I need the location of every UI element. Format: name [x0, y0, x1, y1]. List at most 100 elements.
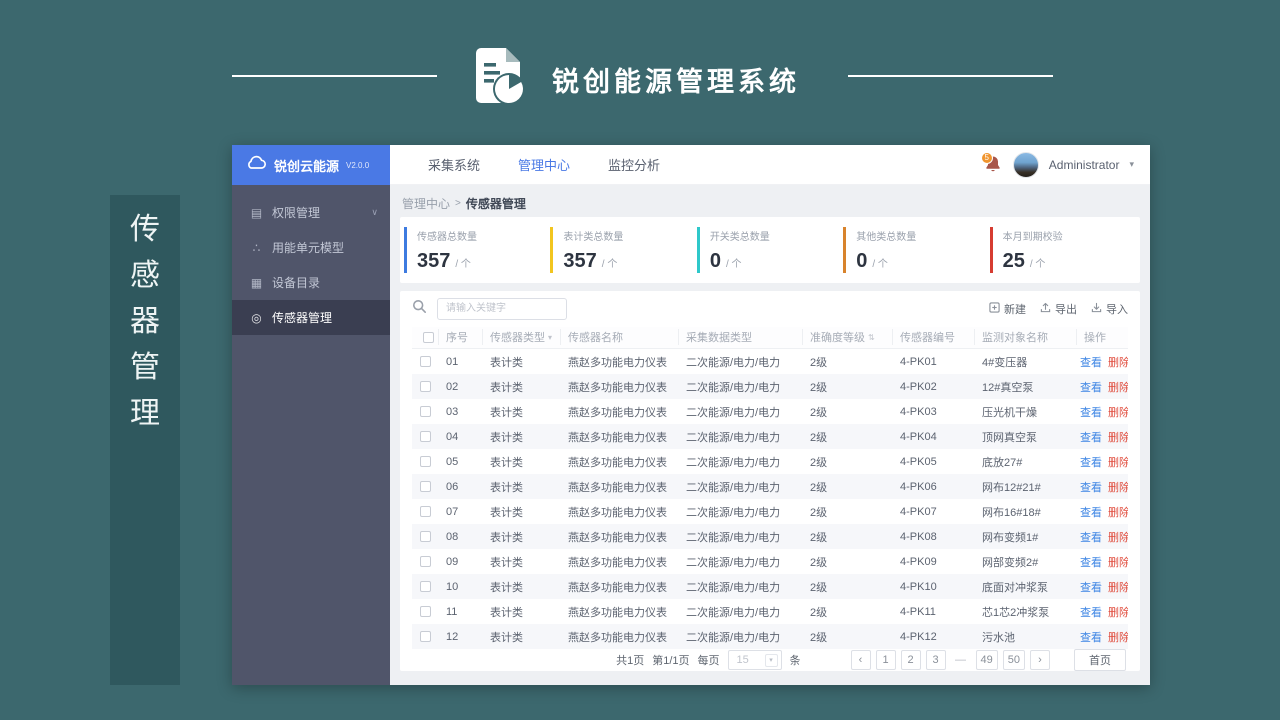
row-checkbox[interactable] [419, 531, 431, 542]
user-menu-chevron-icon[interactable]: ▾ [1129, 159, 1134, 170]
row-checkbox[interactable] [419, 481, 431, 492]
stat-label: 表计类总数量 [563, 232, 624, 243]
row-checkbox[interactable] [419, 456, 431, 467]
page-button[interactable]: 1 [875, 650, 896, 670]
first-page-button[interactable]: 首页 [1074, 649, 1126, 671]
row-checkbox[interactable] [419, 406, 431, 417]
delete-link[interactable]: 删除 [1108, 379, 1128, 395]
per-page-chevron-icon[interactable]: ▾ [764, 653, 778, 667]
stat-value: 0 [709, 250, 721, 272]
view-link[interactable]: 查看 [1080, 479, 1102, 495]
column-header[interactable]: 传感器编号 [892, 329, 974, 346]
sidebar-menu-item[interactable]: ◎ 传感器管理 [232, 300, 390, 335]
table-row: 05 表计类 燕赵多功能电力仪表 二次能源/电力/电力 2级 4-PK05 底放… [412, 449, 1128, 474]
view-link[interactable]: 查看 [1080, 404, 1102, 420]
page-button[interactable]: 2 [900, 650, 921, 670]
row-checkbox[interactable] [419, 506, 431, 517]
menu-item-label: 权限管理 [272, 206, 321, 220]
notification-bell-icon[interactable]: 5 [980, 151, 1003, 175]
view-link[interactable]: 查看 [1080, 629, 1102, 645]
row-checkbox-cell [412, 631, 438, 642]
page-button[interactable]: › [1030, 650, 1050, 670]
topnav-tab[interactable]: 监控分析 [608, 155, 660, 174]
cell-accuracy: 2级 [810, 606, 828, 619]
cell-sensor-type: 表计类 [490, 381, 523, 394]
user-avatar[interactable] [1012, 151, 1039, 178]
page-button[interactable]: 3 [925, 650, 946, 670]
row-checkbox[interactable] [419, 381, 431, 392]
delete-link[interactable]: 删除 [1108, 529, 1128, 545]
view-link[interactable]: 查看 [1080, 554, 1102, 570]
table-card: 新建 导出 [400, 291, 1140, 671]
cell-target-name: 顶网真空泵 [982, 431, 1037, 444]
toolbar-actions: 新建 导出 导入 [989, 301, 1128, 317]
column-sort-filter-icon[interactable]: ⇅ [868, 333, 875, 342]
search-input[interactable] [437, 297, 567, 320]
column-header[interactable]: 操作 [1076, 329, 1128, 346]
view-link[interactable]: 查看 [1080, 529, 1102, 545]
cell-accuracy: 2级 [810, 356, 828, 369]
column-header[interactable]: 传感器类型 ▾ [482, 329, 560, 346]
page-button[interactable]: ‹ [850, 650, 871, 670]
topnav-tab[interactable]: 管理中心 [518, 155, 570, 174]
view-link[interactable]: 查看 [1080, 579, 1102, 595]
view-link[interactable]: 查看 [1080, 354, 1102, 370]
breadcrumb-current: 传感器管理 [465, 196, 526, 211]
sidebar-menu-item[interactable]: ▦ 设备目录 [232, 265, 390, 300]
cell-no: 12 [446, 630, 459, 643]
user-name[interactable]: Administrator [1049, 158, 1120, 172]
sidebar-menu-item[interactable]: ▤ 权限管理 ∨ [232, 195, 390, 230]
view-link[interactable]: 查看 [1080, 604, 1102, 620]
delete-link[interactable]: 删除 [1108, 504, 1128, 520]
column-header[interactable]: 采集数据类型 [678, 329, 802, 346]
row-checkbox[interactable] [419, 581, 431, 592]
delete-link[interactable]: 删除 [1108, 579, 1128, 595]
row-checkbox[interactable] [419, 431, 431, 442]
export-button-label: 导出 [1055, 303, 1077, 316]
cell-sensor-name: 燕赵多功能电力仪表 [568, 381, 667, 394]
breadcrumb-parent[interactable]: 管理中心 [402, 195, 450, 212]
view-link[interactable]: 查看 [1080, 379, 1102, 395]
delete-link[interactable]: 删除 [1108, 429, 1128, 445]
column-header[interactable]: 监测对象名称 [974, 329, 1076, 346]
vertical-label-char: 器 [130, 305, 160, 338]
delete-link[interactable]: 删除 [1108, 554, 1128, 570]
delete-link[interactable]: 删除 [1108, 479, 1128, 495]
cell-no: 09 [446, 555, 459, 568]
view-link[interactable]: 查看 [1080, 504, 1102, 520]
column-header[interactable]: 准确度等级 ⇅ [802, 329, 892, 346]
view-link[interactable]: 查看 [1080, 454, 1102, 470]
delete-link[interactable]: 删除 [1108, 604, 1128, 620]
topnav-tabs: 采集系统 管理中心 监控分析 [390, 155, 660, 174]
row-checkbox[interactable] [419, 606, 431, 617]
create-button-label: 新建 [1004, 303, 1026, 316]
row-checkbox[interactable] [419, 631, 431, 642]
delete-link[interactable]: 删除 [1108, 629, 1128, 645]
export-button[interactable]: 导出 [1040, 301, 1077, 317]
import-button[interactable]: 导入 [1091, 301, 1128, 317]
select-all-checkbox[interactable] [423, 331, 434, 343]
row-checkbox[interactable] [419, 556, 431, 567]
column-header-label: 操作 [1084, 332, 1106, 345]
create-button[interactable]: 新建 [989, 301, 1026, 317]
column-header[interactable]: 序号 [438, 329, 482, 346]
delete-link[interactable]: 删除 [1108, 354, 1128, 370]
per-page-select[interactable]: 15 ▾ [727, 650, 782, 670]
view-link[interactable]: 查看 [1080, 429, 1102, 445]
system-title: 锐创能源管理系统 [552, 67, 800, 97]
page-button[interactable]: 50 [1002, 650, 1025, 670]
app-sidebar: 锐创云能源 V2.0.0 ▤ 权限管理 ∨ ∴ 用能单元模型 ▦ 设备目录 ◎ [232, 145, 390, 685]
column-sort-filter-icon[interactable]: ▾ [548, 333, 552, 342]
cell-sensor-code: 4-PK06 [900, 480, 937, 493]
delete-link[interactable]: 删除 [1108, 404, 1128, 420]
vertical-page-label: 传感器管理 [110, 195, 180, 685]
page-button[interactable]: — [950, 650, 971, 670]
row-checkbox-cell [412, 531, 438, 542]
sidebar-menu-item[interactable]: ∴ 用能单元模型 [232, 230, 390, 265]
page-button[interactable]: 49 [975, 650, 998, 670]
delete-link[interactable]: 删除 [1108, 454, 1128, 470]
topnav-tab[interactable]: 采集系统 [428, 155, 480, 174]
cell-no: 01 [446, 355, 459, 368]
row-checkbox[interactable] [419, 356, 431, 367]
column-header[interactable]: 传感器名称 [560, 329, 678, 346]
